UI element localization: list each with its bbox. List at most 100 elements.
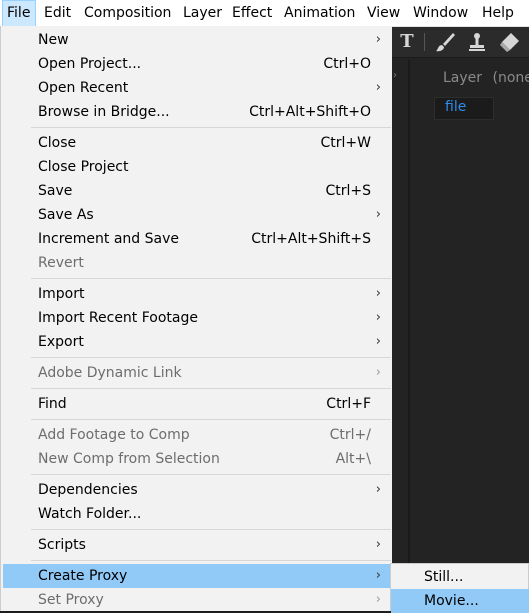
menu-window[interactable]: Window [413,0,468,27]
menu-item-dependencies[interactable]: Dependencies › [3,478,391,502]
toolbar-divider [424,33,425,51]
menu-view[interactable]: View [367,0,400,27]
layer-file-tab-label: file [445,99,466,115]
menu-help[interactable]: Help [482,0,514,27]
menu-item-close-project[interactable]: Close Project [3,155,391,179]
menu-item-scripts[interactable]: Scripts › [3,533,391,557]
menu-item-shortcut: Alt+\ [336,447,371,471]
menu-item-label: Close Project [38,155,129,179]
menu-item-label: Browse in Bridge... [38,100,170,124]
submenu-arrow-icon: › [376,564,381,588]
brush-tool-icon[interactable] [434,31,456,53]
submenu-arrow-icon: › [376,478,381,502]
menu-item-label: Revert [38,251,84,275]
menu-item-create-proxy[interactable]: Create Proxy › [3,564,391,588]
type-tool-icon[interactable]: T [396,31,418,53]
layer-panel-header: Layer (none) [443,70,529,86]
submenu-arrow-icon: › [376,76,381,100]
submenu-item-label: Still... [424,565,463,589]
menu-item-label: Adobe Dynamic Link [38,361,182,385]
menu-separator [31,529,391,530]
menu-item-new[interactable]: New › [3,28,391,52]
menu-item-browse-in-bridge[interactable]: Browse in Bridge... Ctrl+Alt+Shift+O [3,100,391,124]
submenu-item-still[interactable]: Still... [391,565,529,589]
menu-item-revert: Revert [3,251,391,275]
menu-animation[interactable]: Animation [284,0,355,27]
layer-panel-title: Layer [443,70,482,86]
eraser-tool-icon[interactable] [498,31,520,53]
menu-item-label: Increment and Save [38,227,179,251]
menu-separator [31,474,391,475]
menu-item-label: Save As [38,203,94,227]
menu-item-watch-folder[interactable]: Watch Folder... [3,502,391,526]
file-menu-dropdown: New › Open Project... Ctrl+O Open Recent… [0,26,392,611]
submenu-item-movie[interactable]: Movie... [391,589,529,613]
menu-item-shortcut: Ctrl+W [321,131,371,155]
submenu-arrow-icon: › [376,306,381,330]
menu-item-shortcut: Ctrl+Alt+Shift+O [249,100,371,124]
menu-item-increment-and-save[interactable]: Increment and Save Ctrl+Alt+Shift+S [3,227,391,251]
menu-layer[interactable]: Layer [183,0,222,27]
submenu-arrow-icon: › [376,588,381,612]
layer-panel: Layer (none) file [408,60,529,611]
menu-item-label: Open Project... [38,52,141,76]
menu-separator [31,127,391,128]
menu-item-label: Find [38,392,67,416]
menu-item-label: Import [38,282,84,306]
menu-item-import-recent-footage[interactable]: Import Recent Footage › [3,306,391,330]
menu-bar: File Edit Composition Layer Effect Anima… [0,0,529,27]
menu-item-save[interactable]: Save Ctrl+S [3,179,391,203]
menu-item-shortcut: Ctrl+S [325,179,371,203]
menu-item-export[interactable]: Export › [3,330,391,354]
menu-item-label: New [38,28,69,52]
menu-item-shortcut: Ctrl+/ [330,423,371,447]
menu-separator [31,357,391,358]
menu-item-label: Dependencies [38,478,138,502]
submenu-arrow-icon: › [376,330,381,354]
submenu-arrow-icon: › [376,533,381,557]
menu-item-adobe-dynamic-link: Adobe Dynamic Link › [3,361,391,385]
menu-item-add-footage-to-comp: Add Footage to Comp Ctrl+/ [3,423,391,447]
menu-item-label: Add Footage to Comp [38,423,190,447]
menu-effect[interactable]: Effect [232,0,272,27]
submenu-item-label: Movie... [424,589,479,613]
menu-item-label: New Comp from Selection [38,447,220,471]
menu-item-close[interactable]: Close Ctrl+W [3,131,391,155]
menu-item-find[interactable]: Find Ctrl+F [3,392,391,416]
menu-item-label: Set Proxy [38,588,104,612]
layer-panel-value: (none) [493,70,529,86]
menu-item-new-comp-from-selection: New Comp from Selection Alt+\ [3,447,391,471]
layer-file-tab[interactable]: file [434,97,494,120]
menu-composition[interactable]: Composition [84,0,171,27]
menu-item-label: Import Recent Footage [38,306,198,330]
menu-item-label: Watch Folder... [38,502,141,526]
menu-item-label: Close [38,131,76,155]
create-proxy-submenu: Still... Movie... [390,563,529,611]
menu-item-set-proxy: Set Proxy › [3,588,391,612]
menu-item-label: Scripts [38,533,86,557]
menu-item-import[interactable]: Import › [3,282,391,306]
menu-item-shortcut: Ctrl+F [326,392,371,416]
menu-item-label: Save [38,179,72,203]
submenu-arrow-icon: › [376,28,381,52]
submenu-arrow-icon: › [376,361,381,385]
menu-item-label: Open Recent [38,76,128,100]
menu-item-label: Export [38,330,84,354]
submenu-arrow-icon: › [376,203,381,227]
submenu-arrow-icon: › [376,282,381,306]
menu-separator [31,419,391,420]
clone-stamp-tool-icon[interactable] [466,31,488,53]
menu-file[interactable]: File [2,0,36,27]
menu-item-shortcut: Ctrl+Alt+Shift+S [251,227,371,251]
menu-separator [31,560,391,561]
panel-collapse-icon[interactable]: › [393,70,397,81]
menu-separator [31,388,391,389]
menu-separator [31,278,391,279]
tools-toolbar: T [392,27,529,58]
menu-item-save-as[interactable]: Save As › [3,203,391,227]
menu-item-shortcut: Ctrl+O [323,52,371,76]
menu-item-label: Create Proxy [38,564,127,588]
menu-item-open-project[interactable]: Open Project... Ctrl+O [3,52,391,76]
menu-item-open-recent[interactable]: Open Recent › [3,76,391,100]
menu-edit[interactable]: Edit [44,0,71,27]
